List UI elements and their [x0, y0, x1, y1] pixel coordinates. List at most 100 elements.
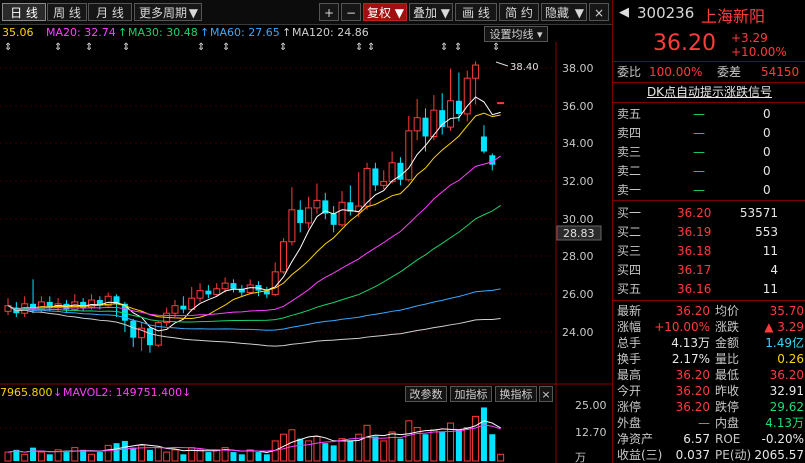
volume-bar: [330, 445, 337, 461]
buy-level-row[interactable]: 买三 36.18 11: [613, 242, 805, 260]
stat-label: 内盘: [715, 416, 740, 430]
dk-signal-link[interactable]: DK点自动提示涨跌信号: [613, 83, 805, 101]
stat-row: 最高 36.20 最低 36.20: [613, 367, 805, 383]
volume-bar: [246, 449, 254, 462]
volume-bar: [154, 447, 162, 462]
sell-level-row[interactable]: 卖四 — 0: [613, 124, 805, 142]
volume-bar: [439, 432, 446, 461]
buy-level-price: 36.20: [677, 206, 712, 220]
event-markers: ⇕ ⇕ ⇕ ⇕ ⇕ ⇕ ⇕ ⇕ ⇕ ⇕ ⇕ ⇕: [4, 42, 500, 53]
volume-bar: [255, 452, 262, 461]
weibi-value: 100.00%: [649, 65, 703, 79]
buy-level-row[interactable]: 买五 36.16 11: [613, 280, 805, 298]
stat-label: 今开: [617, 384, 642, 398]
stat-value: +10.00%: [654, 320, 710, 334]
volume-unit: 万: [575, 451, 586, 463]
dk-signal-label: DK点自动提示涨跌信号: [646, 85, 773, 99]
current-price-label: 28.83: [563, 227, 595, 240]
candle-body: [372, 168, 379, 186]
event-marker-icon: ⇕: [355, 42, 363, 53]
volume-bars: [4, 407, 505, 462]
sell-level-volume: 0: [763, 183, 771, 197]
volume-bar: [205, 452, 212, 461]
candle-body: [480, 136, 487, 152]
volume-bar: [46, 454, 53, 461]
sell-level-label: 卖五: [617, 107, 642, 121]
sell-level-price: —: [693, 183, 705, 197]
candle-body: [246, 284, 254, 294]
volume-bar: [37, 451, 45, 462]
volume-bar: [489, 434, 496, 461]
add-indicator-button[interactable]: 加指标: [450, 386, 492, 402]
buy-level-volume: 11: [762, 244, 778, 258]
volume-bar: [188, 447, 196, 462]
buy-level-price: 36.18: [677, 244, 712, 258]
buy-level-label: 买三: [617, 244, 642, 258]
stat-label: 最高: [617, 368, 642, 382]
ma-line: [7, 288, 501, 331]
event-marker-icon: ⇕: [492, 42, 500, 53]
stat-row: 最新 36.20 均价 35.70: [613, 303, 805, 319]
stat-value: 36.20: [675, 304, 710, 318]
volume-bar: [104, 444, 112, 462]
volume-bar: [213, 449, 221, 462]
sell-level-row[interactable]: 卖五 — 0: [613, 105, 805, 123]
buy-level-row[interactable]: 买二 36.19 553: [613, 223, 805, 241]
candle-body: [180, 305, 187, 310]
candle-body: [146, 328, 153, 346]
price-tick: 28.00: [562, 250, 594, 263]
stat-label: 跌停: [715, 400, 740, 414]
stat-label: ROE: [715, 432, 741, 446]
stat-value: -0.20%: [761, 432, 804, 446]
buy-level-label: 买二: [617, 225, 642, 239]
candle-body: [380, 181, 388, 186]
buy-level-price: 36.17: [677, 263, 712, 277]
event-marker-icon: ⇕: [367, 42, 375, 53]
edit-params-button[interactable]: 改参数: [405, 386, 447, 402]
buy-level-row[interactable]: 买四 36.17 4: [613, 261, 805, 279]
stat-label: 最低: [715, 368, 740, 382]
stat-row: 涨幅 +10.00% 涨跌 ▲ 3.29: [613, 319, 805, 335]
volume-tick: 25.00: [575, 399, 607, 412]
stat-label: 总手: [617, 336, 642, 350]
volume-bar: [372, 436, 379, 461]
price-tick: 26.00: [562, 288, 594, 301]
stat-label: 外盘: [617, 416, 642, 430]
sell-level-row[interactable]: 卖三 — 0: [613, 143, 805, 161]
stat-value: 35.70: [769, 304, 804, 318]
close-indicator-button[interactable]: ×: [539, 386, 553, 402]
sell-level-volume: 0: [763, 145, 771, 159]
stock-change: +3.29: [731, 31, 768, 45]
volume-bar: [121, 440, 128, 461]
price-grid: [0, 67, 556, 429]
candle-body: [230, 283, 237, 289]
stat-value: 0.26: [777, 352, 804, 366]
volume-bar: [96, 452, 103, 461]
sell-level-volume: 0: [763, 126, 771, 140]
volume-bar: [4, 451, 12, 462]
stat-row: 外盘 — 内盘 4.13万: [613, 415, 805, 431]
price-tick: 34.00: [562, 137, 594, 150]
candle-body: [388, 162, 396, 183]
peak-pointer: [495, 61, 509, 67]
sell-level-label: 卖四: [617, 126, 642, 140]
price-tick: 32.00: [562, 175, 594, 188]
stock-name: 上海新阳: [701, 7, 766, 26]
stat-value: 36.20: [675, 368, 710, 382]
panel-toggle-icon[interactable]: ◀: [619, 5, 629, 20]
sell-level-row[interactable]: 卖一 — 0: [613, 181, 805, 199]
buy-level-row[interactable]: 买一 36.20 53571: [613, 204, 805, 222]
candle-body: [413, 117, 421, 132]
price-tick: 38.00: [562, 62, 594, 75]
stat-label: 净资产: [617, 432, 654, 446]
weibi-label: 委比: [617, 65, 642, 79]
mavol2-arrow-icon: ↓: [53, 386, 62, 399]
sell-level-row[interactable]: 卖二 — 0: [613, 162, 805, 180]
buy-level-price: 36.19: [677, 225, 712, 239]
stock-change-pct: +10.00%: [731, 45, 787, 59]
switch-indicator-button[interactable]: 换指标: [495, 386, 537, 402]
stat-label: 最新: [617, 304, 642, 318]
stat-label: 涨跌: [715, 320, 740, 334]
candle-body: [205, 290, 212, 295]
candle-body: [305, 207, 313, 224]
